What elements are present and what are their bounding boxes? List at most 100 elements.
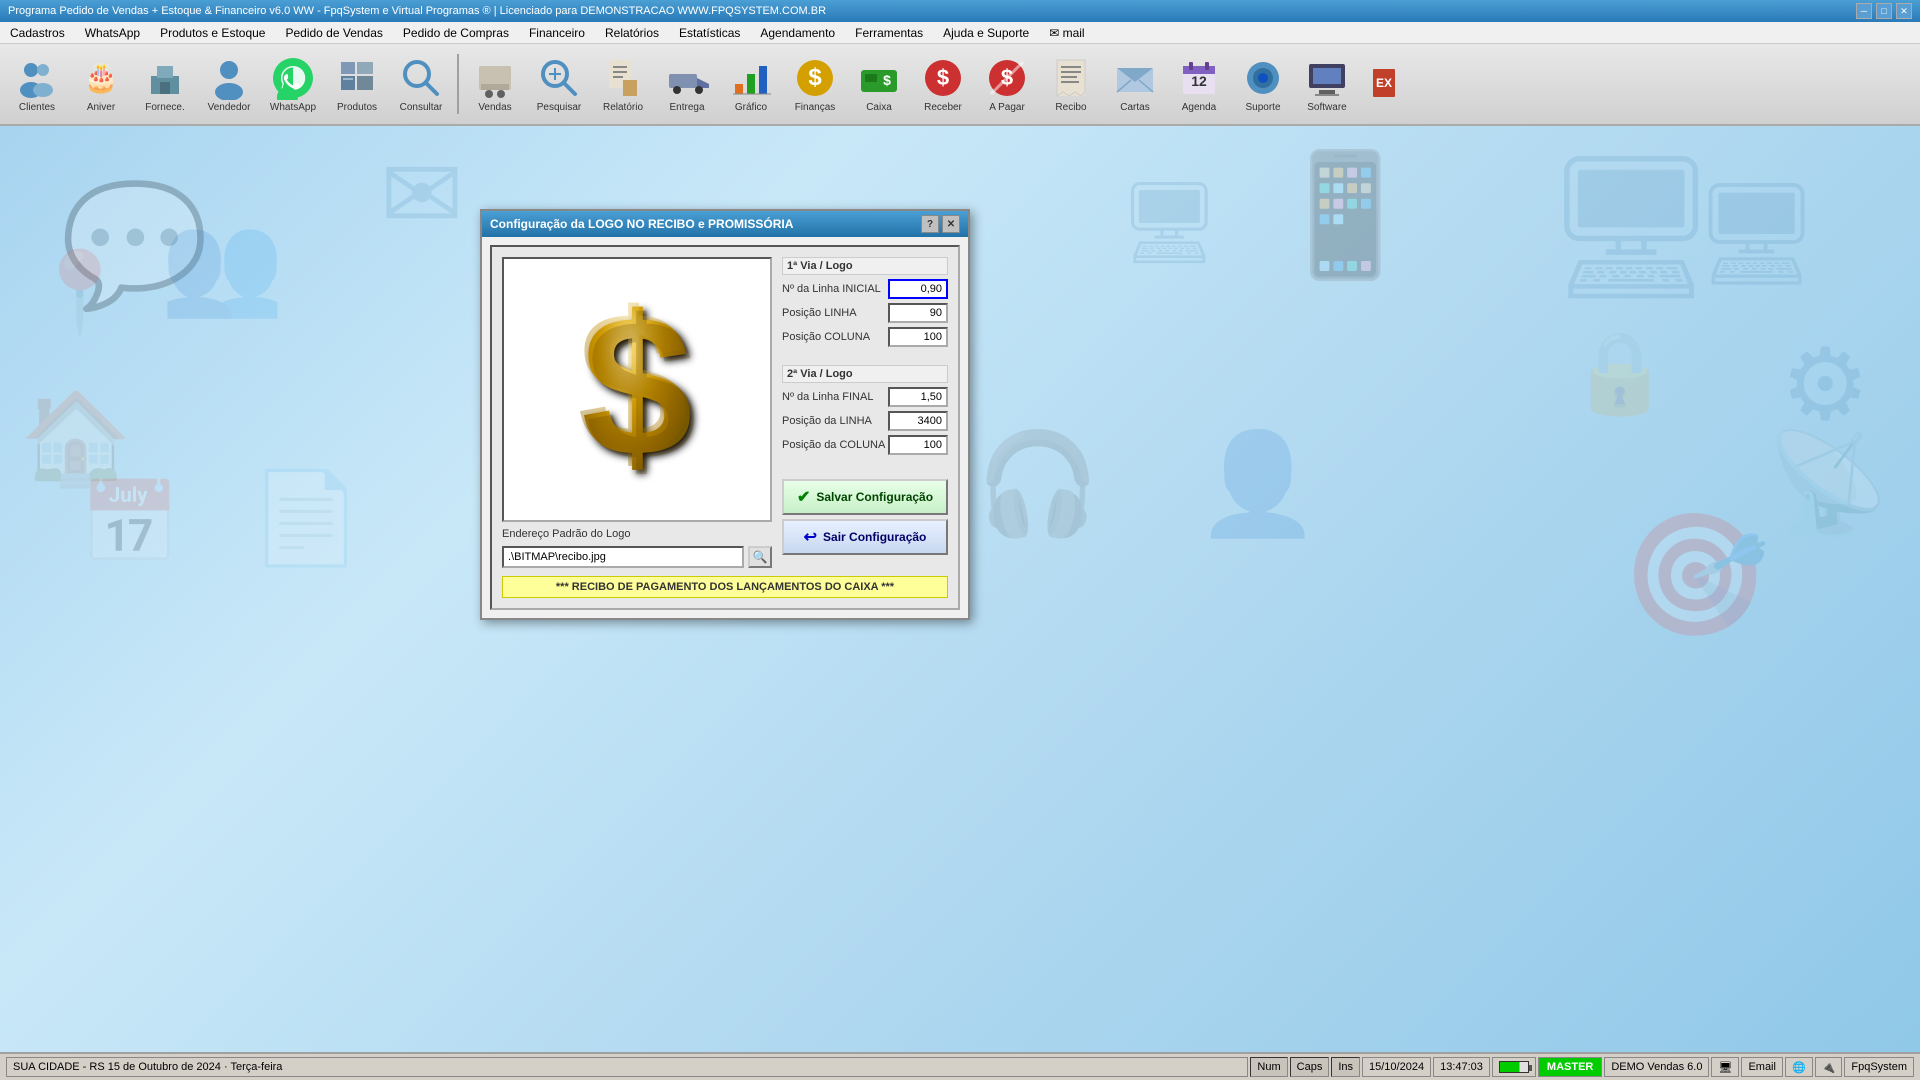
grafico-label: Gráfico: [735, 102, 767, 113]
grafico-icon: [729, 56, 773, 100]
posicao-coluna1-input[interactable]: [888, 327, 948, 347]
software-icon: [1305, 56, 1349, 100]
toolbar-vendedor[interactable]: Vendedor: [198, 47, 260, 121]
svg-text:$: $: [585, 279, 696, 502]
posicao-linha2-input[interactable]: [888, 411, 948, 431]
menu-cadastros[interactable]: Cadastros: [0, 22, 75, 43]
caixa-icon: $: [857, 56, 901, 100]
svg-text:12: 12: [1191, 73, 1207, 89]
toolbar-extra[interactable]: EX: [1360, 47, 1422, 121]
toolbar-recibo[interactable]: Recibo: [1040, 47, 1102, 121]
svg-text:$: $: [808, 64, 822, 91]
cartas-icon: [1113, 56, 1157, 100]
save-label: Salvar Configuração: [816, 490, 933, 504]
posicao-coluna2-input[interactable]: [888, 435, 948, 455]
menu-pedido-vendas[interactable]: Pedido de Vendas: [275, 22, 392, 43]
field-linha-inicial: Nº da Linha INICIAL: [782, 279, 948, 299]
cartas-label: Cartas: [1120, 102, 1149, 113]
exit-button[interactable]: ↩ Sair Configuração: [782, 519, 948, 555]
apagar-icon: $: [985, 56, 1029, 100]
minimize-button[interactable]: ─: [1856, 3, 1872, 19]
save-button[interactable]: ✔ Salvar Configuração: [782, 479, 948, 515]
status-connect-icon: 🔌: [1815, 1057, 1843, 1077]
menu-bar: Cadastros WhatsApp Produtos e Estoque Pe…: [0, 22, 1920, 44]
linha-final-input[interactable]: [888, 387, 948, 407]
entrega-label: Entrega: [669, 102, 704, 113]
dialog-content: $ $ $ Endereço Padrão do Logo: [490, 245, 960, 610]
toolbar-produtos[interactable]: Produtos: [326, 47, 388, 121]
field-linha-final: Nº da Linha FINAL: [782, 387, 948, 407]
toolbar-entrega[interactable]: Entrega: [656, 47, 718, 121]
toolbar-grafico[interactable]: Gráfico: [720, 47, 782, 121]
toolbar-clientes[interactable]: Clientes: [6, 47, 68, 121]
toolbar-sep1: [457, 54, 459, 114]
toolbar-suporte[interactable]: Suporte: [1232, 47, 1294, 121]
address-label: Endereço Padrão do Logo: [502, 528, 772, 540]
toolbar-receber[interactable]: $ Receber: [912, 47, 974, 121]
menu-mail[interactable]: ✉ mail: [1039, 22, 1094, 43]
menu-whatsapp[interactable]: WhatsApp: [75, 22, 150, 43]
linha-inicial-input[interactable]: [888, 279, 948, 299]
toolbar-vendas[interactable]: Vendas: [464, 47, 526, 121]
toolbar-aniver[interactable]: 🎂 Aniver: [70, 47, 132, 121]
agenda-label: Agenda: [1182, 102, 1216, 113]
menu-produtos-estoque[interactable]: Produtos e Estoque: [150, 22, 275, 43]
close-button[interactable]: ✕: [1896, 3, 1912, 19]
settings-panel: 1ª Via / Logo Nº da Linha INICIAL Posiçã…: [782, 257, 948, 568]
exit-label: Sair Configuração: [823, 530, 926, 544]
config-dialog: Configuração da LOGO NO RECIBO e PROMISS…: [480, 209, 970, 620]
menu-ajuda-suporte[interactable]: Ajuda e Suporte: [933, 22, 1039, 43]
exit-arrow-icon: ↩: [804, 527, 817, 547]
toolbar-agenda[interactable]: 12 Agenda: [1168, 47, 1230, 121]
dialog-close-button[interactable]: ✕: [942, 215, 960, 233]
address-input[interactable]: [502, 546, 744, 568]
toolbar-relatorio[interactable]: Relatório: [592, 47, 654, 121]
dialog-help-button[interactable]: ?: [921, 215, 939, 233]
address-section: Endereço Padrão do Logo 🔍: [502, 528, 772, 568]
status-city: SUA CIDADE - RS 15 de Outubro de 2024 · …: [6, 1057, 1248, 1077]
dialog-titlebar: Configuração da LOGO NO RECIBO e PROMISS…: [482, 211, 968, 237]
field-linha-inicial-label: Nº da Linha INICIAL: [782, 283, 888, 295]
status-date: 15/10/2024: [1362, 1057, 1431, 1077]
pesquisar-label: Pesquisar: [537, 102, 581, 113]
status-demo: DEMO Vendas 6.0: [1604, 1057, 1709, 1077]
menu-ferramentas[interactable]: Ferramentas: [845, 22, 933, 43]
relatorio-icon: [601, 56, 645, 100]
posicao-linha1-input[interactable]: [888, 303, 948, 323]
suporte-label: Suporte: [1245, 102, 1280, 113]
field-posicao-coluna2-label: Posição da COLUNA: [782, 439, 888, 451]
receber-icon: $: [921, 56, 965, 100]
toolbar-cartas[interactable]: Cartas: [1104, 47, 1166, 121]
field-posicao-linha1-label: Posição LINHA: [782, 307, 888, 319]
status-battery: [1492, 1057, 1536, 1077]
status-num: Num: [1250, 1057, 1287, 1077]
relatorio-label: Relatório: [603, 102, 643, 113]
dialog-inner: $ $ $ Endereço Padrão do Logo: [502, 257, 948, 568]
section2: 2ª Via / Logo Nº da Linha FINAL Posição …: [782, 365, 948, 459]
toolbar-apagar[interactable]: $ A Pagar: [976, 47, 1038, 121]
save-checkmark-icon: ✔: [797, 487, 810, 507]
browse-button[interactable]: 🔍: [748, 546, 772, 568]
toolbar-consultar[interactable]: Consultar: [390, 47, 452, 121]
menu-financeiro[interactable]: Financeiro: [519, 22, 595, 43]
toolbar: Clientes 🎂 Aniver Fornece. Vendedor What…: [0, 44, 1920, 126]
toolbar-financas[interactable]: $ Finanças: [784, 47, 846, 121]
toolbar-fornece[interactable]: Fornece.: [134, 47, 196, 121]
vendas-label: Vendas: [478, 102, 511, 113]
field-posicao-coluna1: Posição COLUNA: [782, 327, 948, 347]
toolbar-software[interactable]: Software: [1296, 47, 1358, 121]
toolbar-pesquisar[interactable]: Pesquisar: [528, 47, 590, 121]
vendedor-label: Vendedor: [208, 102, 251, 113]
menu-agendamento[interactable]: Agendamento: [750, 22, 845, 43]
menu-pedido-compras[interactable]: Pedido de Compras: [393, 22, 519, 43]
receber-label: Receber: [924, 102, 962, 113]
toolbar-whatsapp[interactable]: WhatsApp: [262, 47, 324, 121]
menu-estatisticas[interactable]: Estatísticas: [669, 22, 750, 43]
maximize-button[interactable]: □: [1876, 3, 1892, 19]
menu-relatorios[interactable]: Relatórios: [595, 22, 669, 43]
section2-header: 2ª Via / Logo: [782, 365, 948, 383]
toolbar-caixa[interactable]: $ Caixa: [848, 47, 910, 121]
status-master: MASTER: [1538, 1057, 1602, 1077]
clientes-label: Clientes: [19, 102, 55, 113]
caixa-label: Caixa: [866, 102, 892, 113]
